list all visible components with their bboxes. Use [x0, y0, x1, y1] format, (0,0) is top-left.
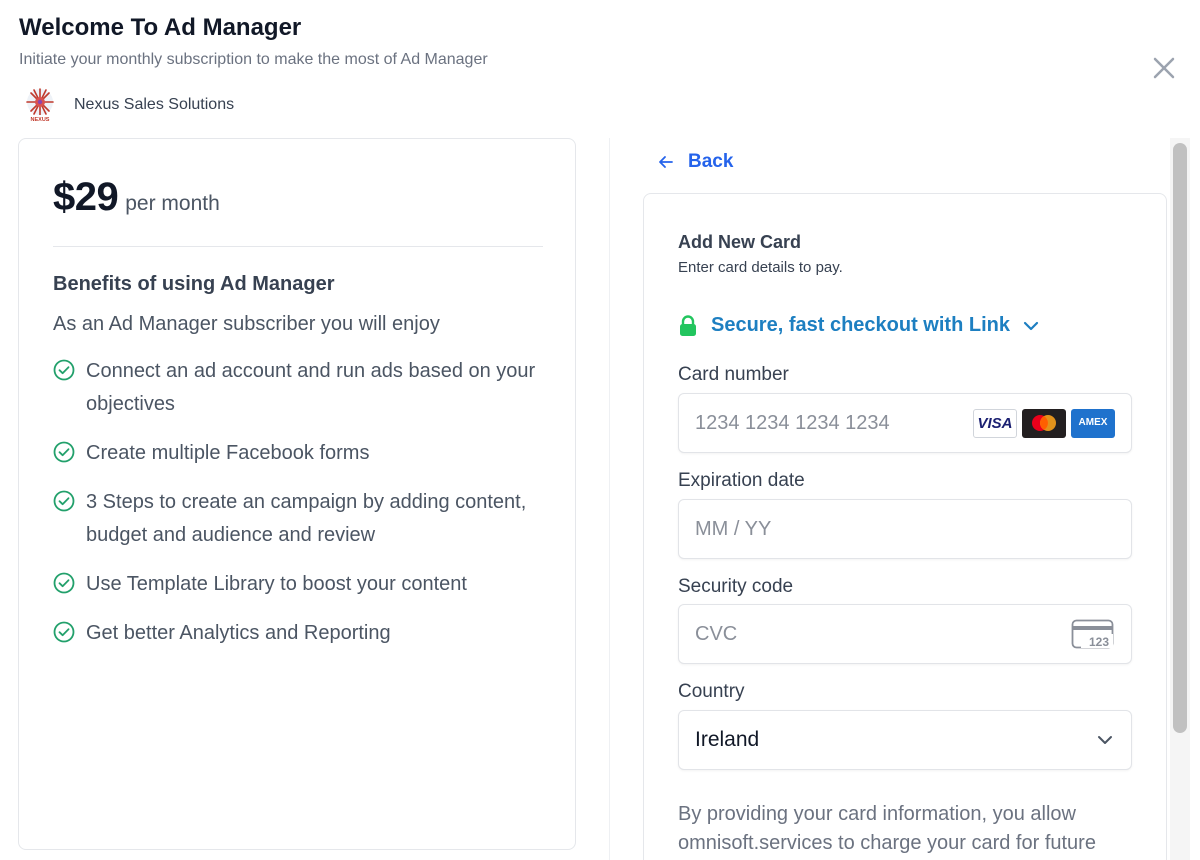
price-row: $29 per month	[53, 175, 220, 220]
payment-title: Add New Card	[678, 232, 802, 252]
page-subtitle: Initiate your monthly subscription to ma…	[19, 51, 488, 68]
close-icon	[1153, 57, 1175, 79]
page-title: Welcome To Ad Manager	[19, 14, 302, 41]
check-circle-icon	[53, 359, 75, 381]
svg-text:NEXUS: NEXUS	[31, 117, 50, 123]
amex-icon: AMEX	[1071, 408, 1115, 438]
security-code-label: Security code	[678, 576, 794, 597]
card-number-field[interactable]: VISA AMEX	[678, 393, 1132, 453]
organization-row: NEXUS Nexus Sales Solutions	[20, 85, 234, 125]
link-checkout-toggle[interactable]: Secure, fast checkout with Link	[678, 314, 1042, 337]
check-circle-icon	[53, 621, 75, 643]
card-number-input[interactable]	[695, 411, 973, 435]
link-checkout-text: Secure, fast checkout with Link	[711, 314, 1010, 336]
benefit-item: 3 Steps to create an campaign by adding …	[53, 486, 553, 552]
benefit-item: Connect an ad account and run ads based …	[53, 355, 553, 421]
benefit-text: Connect an ad account and run ads based …	[86, 360, 536, 415]
benefits-title: Benefits of using Ad Manager	[53, 273, 335, 295]
organization-name: Nexus Sales Solutions	[74, 96, 235, 113]
scrollbar-thumb[interactable]	[1173, 143, 1187, 733]
svg-text:123: 123	[1089, 635, 1109, 649]
chevron-down-icon	[1023, 321, 1039, 330]
card-brand-logos: VISA AMEX	[973, 408, 1115, 438]
visa-icon: VISA	[973, 408, 1017, 438]
payment-card: Add New Card Enter card details to pay. …	[643, 193, 1167, 860]
back-label: Back	[688, 151, 734, 172]
country-label: Country	[678, 681, 745, 702]
check-circle-icon	[53, 490, 75, 512]
expiration-field[interactable]	[678, 499, 1132, 559]
security-code-field[interactable]: 123	[678, 604, 1132, 664]
benefit-text: Create multiple Facebook forms	[86, 442, 370, 464]
security-code-input[interactable]	[695, 622, 1071, 646]
card-number-label: Card number	[678, 364, 789, 385]
card-cvc-icon: 123	[1071, 619, 1114, 649]
payment-disclaimer: By providing your card information, you …	[678, 803, 1096, 854]
benefit-item: Get better Analytics and Reporting	[53, 617, 553, 650]
arrow-left-icon	[659, 156, 673, 168]
check-circle-icon	[53, 572, 75, 594]
country-value: Ireland	[695, 728, 760, 751]
chevron-down-icon	[1098, 736, 1112, 744]
expiration-input[interactable]	[695, 517, 1115, 541]
panel-divider	[609, 138, 610, 860]
plan-period: per month	[125, 192, 220, 215]
plan-card: $29 per month Benefits of using Ad Manag…	[18, 138, 576, 850]
expiration-label: Expiration date	[678, 470, 805, 491]
close-button[interactable]	[1150, 54, 1178, 82]
mastercard-icon	[1022, 408, 1066, 438]
lock-icon	[680, 314, 696, 336]
benefits-subtitle: As an Ad Manager subscriber you will enj…	[53, 313, 440, 335]
benefit-text: 3 Steps to create an campaign by adding …	[86, 491, 527, 546]
country-select[interactable]: Ireland	[678, 710, 1132, 770]
plan-price: $29	[53, 175, 119, 219]
org-logo: NEXUS	[26, 88, 54, 123]
divider	[53, 246, 543, 247]
benefit-text: Use Template Library to boost your conte…	[86, 573, 467, 595]
back-link[interactable]: Back	[656, 151, 733, 173]
check-circle-icon	[53, 441, 75, 463]
benefit-text: Get better Analytics and Reporting	[86, 622, 391, 644]
benefit-item: Use Template Library to boost your conte…	[53, 568, 553, 601]
benefit-list: Connect an ad account and run ads based …	[53, 355, 553, 666]
payment-subtitle: Enter card details to pay.	[678, 259, 843, 276]
benefit-item: Create multiple Facebook forms	[53, 437, 553, 470]
